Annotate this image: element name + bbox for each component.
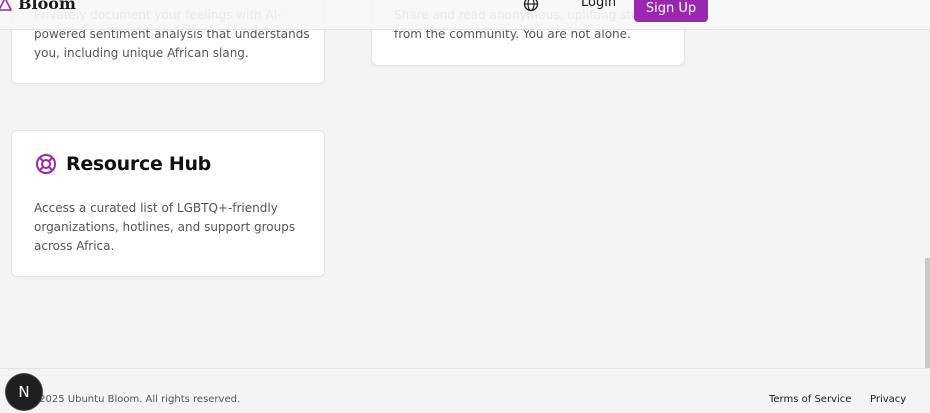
signup-button[interactable]: Sign Up [634, 0, 708, 22]
feature-card-resource-hub: Resource Hub Access a curated list of LG… [11, 130, 325, 277]
brand-name: Bloom [18, 0, 76, 13]
dev-tools-badge[interactable]: N [6, 374, 42, 410]
copyright-text: © 2025 Ubuntu Bloom. All rights reserved… [26, 394, 241, 405]
feature-card-description: Access a curated list of LGBTQ+-friendly… [34, 201, 296, 253]
page-scrollbar[interactable] [925, 258, 930, 368]
globe-icon[interactable] [523, 0, 539, 12]
top-navbar: Bloom Login Sign Up [0, 0, 930, 30]
triangle-logo-icon [0, 0, 12, 11]
feature-card-title: Resource Hub [66, 153, 211, 175]
lifebuoy-icon [36, 154, 56, 174]
brand-link[interactable]: Bloom [0, 0, 76, 13]
feature-card-title-row: Resource Hub [35, 153, 211, 175]
login-link[interactable]: Login [581, 0, 616, 10]
privacy-link[interactable]: Privacy [870, 394, 906, 405]
terms-link[interactable]: Terms of Service [769, 394, 851, 405]
footer: © 2025 Ubuntu Bloom. All rights reserved… [0, 368, 930, 413]
